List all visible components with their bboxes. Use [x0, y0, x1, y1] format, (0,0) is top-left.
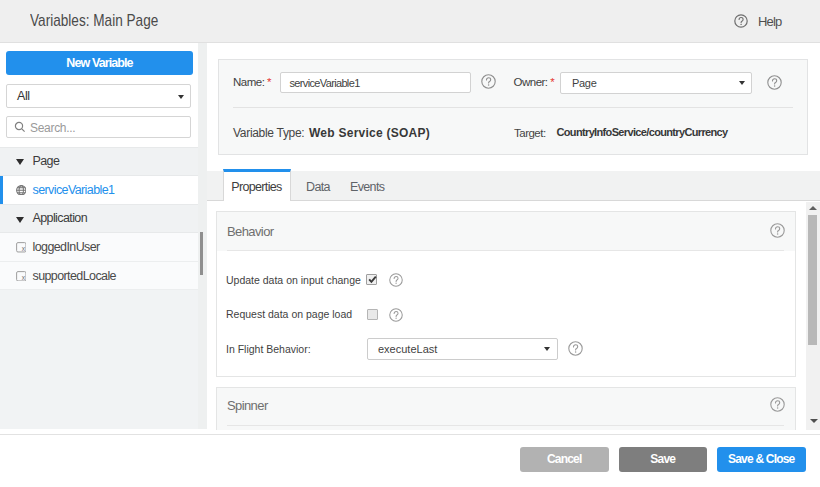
svg-text:x: x: [21, 245, 25, 252]
svg-text:x: x: [21, 274, 25, 281]
